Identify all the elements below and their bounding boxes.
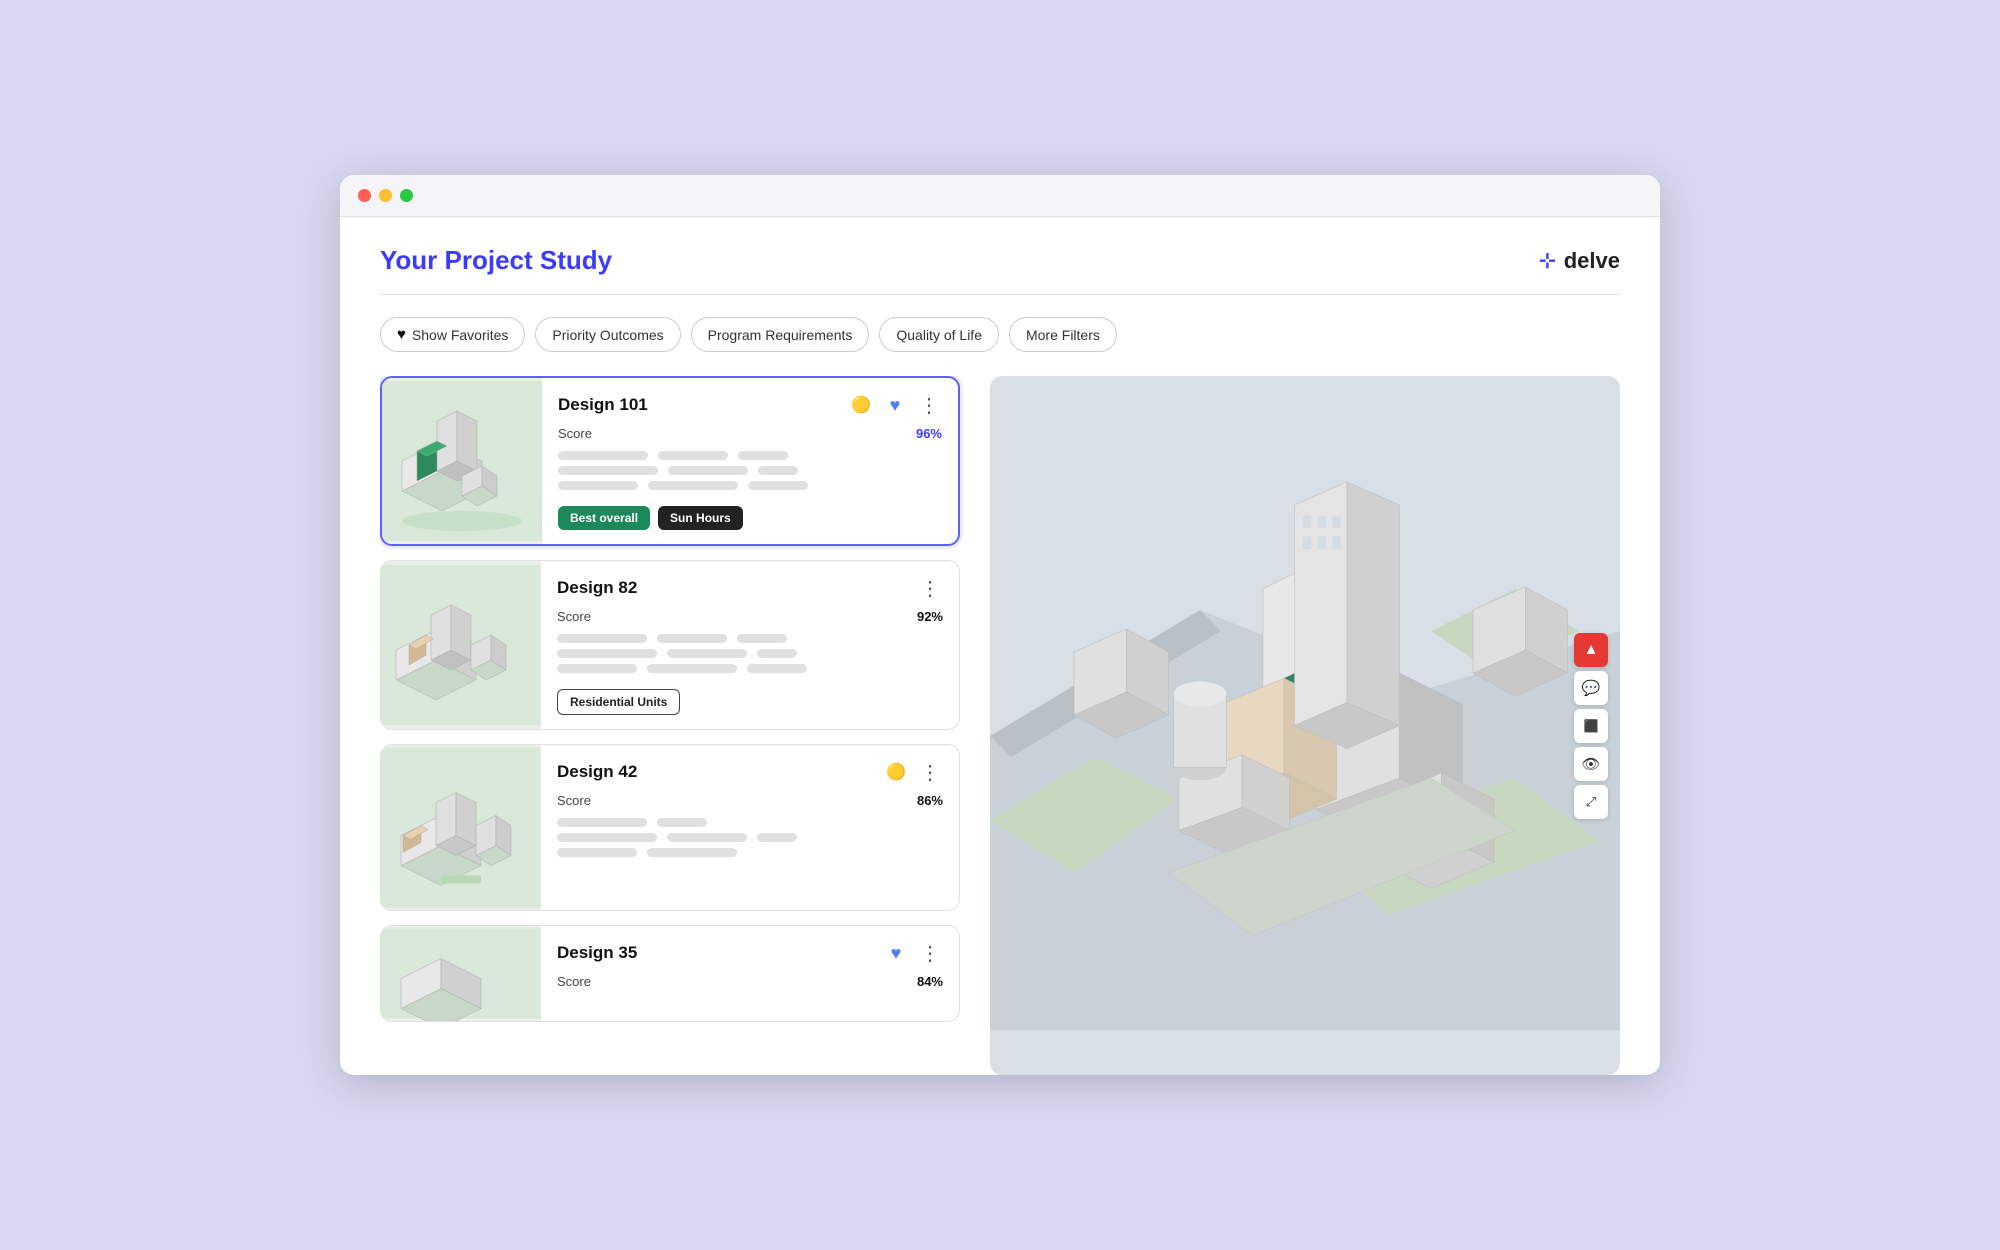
fullscreen-btn[interactable]: ⤢: [1574, 785, 1608, 819]
card-header-row-82: Design 82 ⋮: [557, 575, 943, 601]
filter-bar: ♥ Show Favorites Priority Outcomes Progr…: [380, 317, 1620, 352]
more-icon-35[interactable]: ⋮: [917, 940, 943, 966]
score-row-35: Score 84%: [557, 974, 943, 989]
card-thumb-82: [381, 561, 541, 729]
card-design-42[interactable]: Design 42 🟡 ⋮ Score 86%: [380, 744, 960, 911]
logo-text: delve: [1564, 248, 1620, 274]
titlebar: [340, 175, 1660, 217]
list-panel: Design 101 🟡 ♥ ⋮ Score 96%: [380, 376, 970, 1075]
filter-label-priority: Priority Outcomes: [552, 327, 663, 343]
skeleton-lines-101: [558, 451, 942, 490]
score-row-101: Score 96%: [558, 426, 942, 441]
card-thumb-101: [382, 378, 542, 544]
card-design-82[interactable]: Design 82 ⋮ Score 92%: [380, 560, 960, 730]
measure-btn[interactable]: ⬛: [1574, 709, 1608, 743]
more-icon-101[interactable]: ⋮: [916, 392, 942, 418]
dot-red[interactable]: [358, 189, 371, 202]
filter-priority-outcomes[interactable]: Priority Outcomes: [535, 317, 680, 352]
skeleton-lines-42: [557, 818, 943, 857]
card-design-101[interactable]: Design 101 🟡 ♥ ⋮ Score 96%: [380, 376, 960, 546]
card-thumb-42: [381, 745, 541, 910]
card-tags-82: Residential Units: [557, 689, 943, 715]
filter-label-quality: Quality of Life: [896, 327, 982, 343]
score-value-82: 92%: [917, 609, 943, 624]
card-name-82: Design 82: [557, 578, 637, 598]
filter-label-favorites: Show Favorites: [412, 327, 508, 343]
score-row-42: Score 86%: [557, 793, 943, 808]
score-value-35: 84%: [917, 974, 943, 989]
main-content: Your Project Study ⊹ delve ♥ Show Favori…: [340, 217, 1660, 1075]
card-tags-101: Best overall Sun Hours: [558, 506, 942, 530]
score-row-82: Score 92%: [557, 609, 943, 624]
header-divider: [380, 294, 1620, 295]
header: Your Project Study ⊹ delve: [380, 245, 1620, 276]
card-actions-35: ♥ ⋮: [883, 940, 943, 966]
logo: ⊹ delve: [1539, 248, 1620, 274]
card-body-35: Design 35 ♥ ⋮ Score 84%: [541, 926, 959, 1021]
tag-residential-units: Residential Units: [557, 689, 680, 715]
card-actions-82: ⋮: [917, 575, 943, 601]
skeleton-lines-82: [557, 634, 943, 673]
score-label-42: Score: [557, 793, 591, 808]
card-actions-42: 🟡 ⋮: [883, 759, 943, 785]
comment-btn[interactable]: 💬: [1574, 671, 1608, 705]
filter-quality-of-life[interactable]: Quality of Life: [879, 317, 999, 352]
card-name-35: Design 35: [557, 943, 637, 963]
card-body-101: Design 101 🟡 ♥ ⋮ Score 96%: [542, 378, 958, 544]
card-actions-101: 🟡 ♥ ⋮: [848, 392, 942, 418]
filter-more-filters[interactable]: More Filters: [1009, 317, 1117, 352]
navigate-btn[interactable]: ▲: [1574, 633, 1608, 667]
filter-program-requirements[interactable]: Program Requirements: [691, 317, 870, 352]
comment-icon-42[interactable]: 🟡: [883, 759, 909, 785]
map-controls: ▲ 💬 ⬛ 👁 ⤢: [1574, 633, 1608, 819]
filter-show-favorites[interactable]: ♥ Show Favorites: [380, 317, 525, 352]
body-area: Design 101 🟡 ♥ ⋮ Score 96%: [380, 376, 1620, 1075]
score-value-42: 86%: [917, 793, 943, 808]
card-thumb-35: [381, 926, 541, 1021]
heart-icon-35[interactable]: ♥: [883, 940, 909, 966]
heart-icon-101[interactable]: ♥: [882, 392, 908, 418]
score-label-101: Score: [558, 426, 592, 441]
card-header-row-101: Design 101 🟡 ♥ ⋮: [558, 392, 942, 418]
page-title: Your Project Study: [380, 245, 612, 276]
dot-yellow[interactable]: [379, 189, 392, 202]
tag-best-overall: Best overall: [558, 506, 650, 530]
card-name-42: Design 42: [557, 762, 637, 782]
card-body-42: Design 42 🟡 ⋮ Score 86%: [541, 745, 959, 910]
score-value-101: 96%: [916, 426, 942, 441]
card-design-35[interactable]: Design 35 ♥ ⋮ Score 84%: [380, 925, 960, 1022]
filter-label-more: More Filters: [1026, 327, 1100, 343]
card-name-101: Design 101: [558, 395, 648, 415]
dot-green[interactable]: [400, 189, 413, 202]
tag-sun-hours: Sun Hours: [658, 506, 743, 530]
heart-icon: ♥: [397, 326, 406, 343]
card-body-82: Design 82 ⋮ Score 92%: [541, 561, 959, 729]
app-window: Your Project Study ⊹ delve ♥ Show Favori…: [340, 175, 1660, 1075]
more-icon-42[interactable]: ⋮: [917, 759, 943, 785]
more-icon-82[interactable]: ⋮: [917, 575, 943, 601]
filter-label-program: Program Requirements: [708, 327, 853, 343]
map-panel: ▲ 💬 ⬛ 👁 ⤢: [990, 376, 1620, 1075]
view-btn[interactable]: 👁: [1574, 747, 1608, 781]
card-header-row-35: Design 35 ♥ ⋮: [557, 940, 943, 966]
score-label-82: Score: [557, 609, 591, 624]
score-label-35: Score: [557, 974, 591, 989]
comment-icon-101[interactable]: 🟡: [848, 392, 874, 418]
card-header-row-42: Design 42 🟡 ⋮: [557, 759, 943, 785]
logo-icon: ⊹: [1539, 248, 1556, 273]
